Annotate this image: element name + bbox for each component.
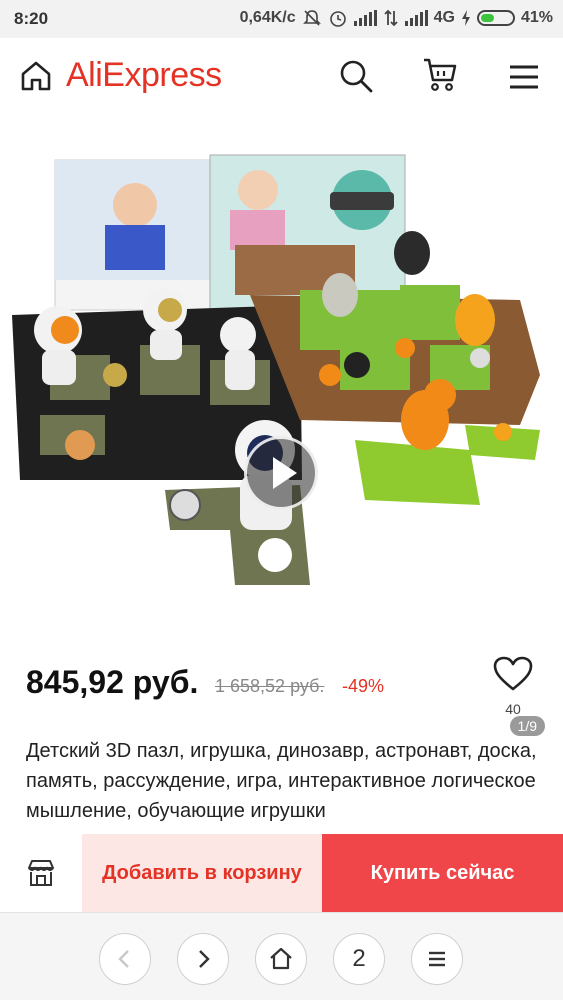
browser-nav-bar: 2 [0, 912, 563, 1000]
price-row: 845,92 руб. 1 658,52 руб. -49% 40 [0, 640, 563, 736]
network-type: 4G [433, 9, 455, 26]
heart-icon [493, 656, 533, 691]
menu-icon[interactable] [508, 62, 540, 92]
status-right: 0,64K/c 4G 41% [240, 8, 553, 28]
product-image[interactable]: 1/9 [0, 120, 563, 736]
charging-icon [461, 10, 470, 26]
product-photo [12, 154, 540, 585]
network-speed: 0,64K/c [239, 9, 296, 26]
home-outline-icon [270, 947, 292, 970]
mute-icon [302, 10, 321, 26]
search-icon[interactable] [338, 58, 374, 94]
add-to-cart-button[interactable]: Добавить в корзину [82, 834, 322, 912]
video-play-button[interactable] [244, 436, 318, 510]
battery-icon [476, 10, 515, 26]
hamburger-icon [429, 951, 445, 967]
cart-icon[interactable] [422, 56, 458, 94]
status-time: 8:20 [14, 9, 49, 28]
product-title: Детский 3D пазл, игрушка, динозавр, астр… [26, 740, 537, 822]
chevron-right-icon [199, 950, 210, 968]
wishlist-button[interactable]: 40 [490, 656, 536, 730]
store-button[interactable] [0, 834, 82, 912]
wishlist-count: 40 [505, 701, 521, 717]
current-price: 845,92 руб. [26, 664, 199, 700]
old-price: 1 658,52 руб. [215, 676, 325, 696]
chevron-left-icon [118, 950, 129, 968]
store-icon [28, 860, 54, 886]
discount-badge: -49% [342, 676, 385, 696]
alarm-icon [329, 11, 346, 27]
status-bar: 8:20 0,64K/c 4G 41% [0, 0, 563, 38]
signal-icon [353, 10, 377, 26]
tabs-button[interactable]: 2 [333, 933, 385, 985]
app-header: AliExpress [0, 38, 563, 120]
browser-menu-button[interactable] [411, 933, 463, 985]
action-bar: Добавить в корзину Купить сейчас [0, 834, 563, 912]
back-button[interactable] [99, 933, 151, 985]
play-icon [273, 457, 297, 489]
browser-home-button[interactable] [255, 933, 307, 985]
battery-level: 41% [520, 9, 553, 26]
data-transfer-icon [383, 9, 398, 27]
home-icon[interactable] [18, 58, 54, 94]
signal-icon-2 [404, 10, 428, 26]
forward-button[interactable] [177, 933, 229, 985]
buy-now-button[interactable]: Купить сейчас [322, 834, 563, 912]
aliexpress-logo[interactable]: AliExpress [66, 56, 222, 95]
